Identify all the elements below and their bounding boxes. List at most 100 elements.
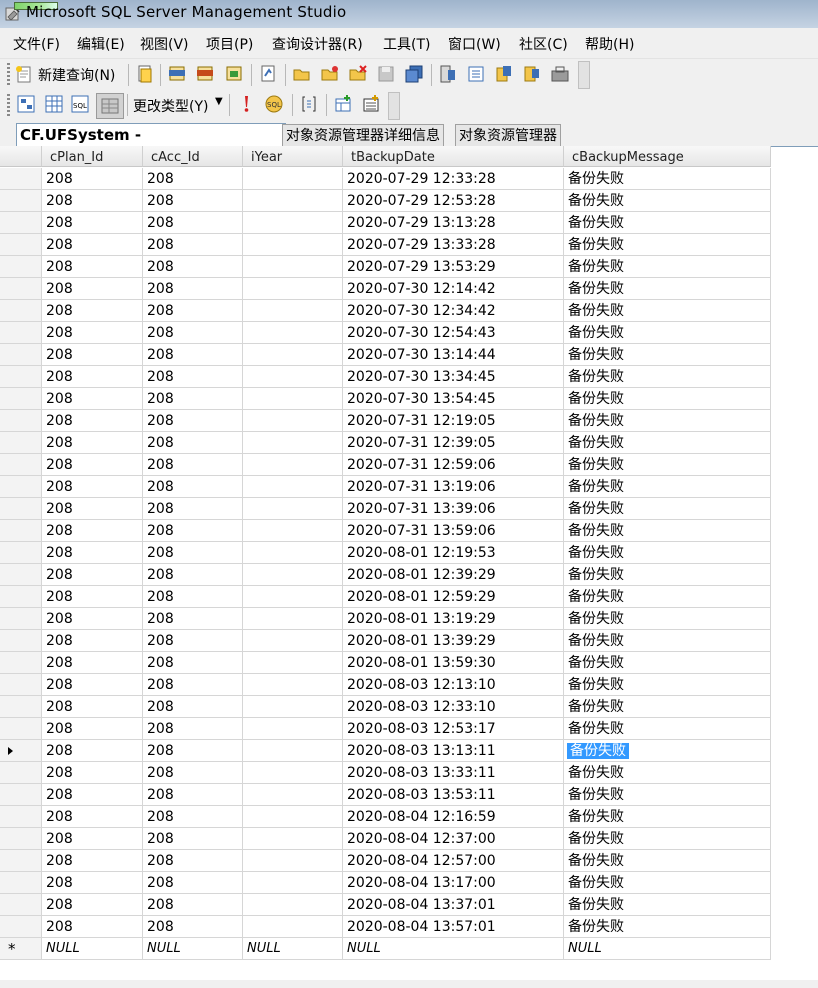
cell-cplan-id[interactable]: 208	[42, 212, 143, 234]
cell-iyear[interactable]	[243, 520, 343, 542]
cell-cbackupmessage[interactable]: 备份失败	[564, 916, 771, 938]
cell-cplan-id[interactable]: 208	[42, 300, 143, 322]
cell-iyear[interactable]	[243, 278, 343, 300]
cell-cacc-id[interactable]: 208	[143, 718, 243, 740]
cell-cplan-id[interactable]: 208	[42, 762, 143, 784]
table-row[interactable]: 208 208 2020-08-01 13:39:29 备份失败	[0, 630, 771, 652]
cell-cbackupmessage[interactable]: 备份失败	[564, 366, 771, 388]
toolbar-grip[interactable]	[7, 63, 10, 85]
cell-cplan-id[interactable]: 208	[42, 586, 143, 608]
cell-iyear[interactable]	[243, 498, 343, 520]
row-header[interactable]	[0, 916, 42, 938]
cell-iyear[interactable]	[243, 366, 343, 388]
cell-cbackupmessage[interactable]: 备份失败	[564, 432, 771, 454]
cell-tbackupdate[interactable]: 2020-08-04 12:57:00	[343, 850, 564, 872]
table-row[interactable]: 208 208 2020-07-29 13:53:29 备份失败	[0, 256, 771, 278]
cell-cacc-id[interactable]: 208	[143, 850, 243, 872]
row-header[interactable]	[0, 168, 42, 190]
menu-window[interactable]: 窗口(W)	[448, 34, 501, 54]
template-explorer-icon[interactable]	[494, 64, 514, 84]
registered-servers-icon[interactable]	[438, 64, 458, 84]
cell-cplan-id[interactable]: 208	[42, 278, 143, 300]
cell-cplan-id[interactable]: 208	[42, 322, 143, 344]
cell-cacc-id[interactable]: 208	[143, 806, 243, 828]
table-row[interactable]: 208 208 2020-08-04 12:57:00 备份失败	[0, 850, 771, 872]
row-header[interactable]	[0, 432, 42, 454]
cell-cacc-id[interactable]: 208	[143, 344, 243, 366]
cell-cacc-id[interactable]: 208	[143, 388, 243, 410]
cell-cacc-id[interactable]: 208	[143, 630, 243, 652]
row-header[interactable]	[0, 872, 42, 894]
xmla-query-icon[interactable]	[224, 64, 244, 84]
cell-tbackupdate[interactable]: 2020-07-29 13:13:28	[343, 212, 564, 234]
open-project-icon[interactable]	[320, 64, 340, 84]
cell-cacc-id[interactable]: 208	[143, 542, 243, 564]
table-row[interactable]: 208 208 2020-07-31 13:19:06 备份失败	[0, 476, 771, 498]
table-row[interactable]: 208 208 2020-08-04 13:37:01 备份失败	[0, 894, 771, 916]
cell-tbackupdate[interactable]: 2020-08-03 12:33:10	[343, 696, 564, 718]
cell-cplan-id[interactable]: 208	[42, 718, 143, 740]
cell-tbackupdate[interactable]: 2020-08-01 12:19:53	[343, 542, 564, 564]
row-header[interactable]	[0, 828, 42, 850]
cell-cacc-id[interactable]: 208	[143, 894, 243, 916]
cell-iyear[interactable]	[243, 432, 343, 454]
row-header[interactable]	[0, 586, 42, 608]
cell-tbackupdate[interactable]: 2020-07-29 12:33:28	[343, 168, 564, 190]
cell-tbackupdate[interactable]: 2020-08-04 13:57:01	[343, 916, 564, 938]
cell-cacc-id[interactable]: 208	[143, 256, 243, 278]
cell-cbackupmessage[interactable]: 备份失败	[564, 542, 771, 564]
toolbar-grip[interactable]	[7, 94, 10, 116]
table-row[interactable]: 208 208 2020-07-30 13:54:45 备份失败	[0, 388, 771, 410]
cell-iyear[interactable]	[243, 762, 343, 784]
cell-cplan-id[interactable]: 208	[42, 520, 143, 542]
cell-cbackupmessage[interactable]: 备份失败	[564, 630, 771, 652]
cell-tbackupdate[interactable]: 2020-07-30 12:14:42	[343, 278, 564, 300]
cell-iyear[interactable]	[243, 564, 343, 586]
table-row[interactable]: 208 208 2020-07-31 12:39:05 备份失败	[0, 432, 771, 454]
cell-cbackupmessage[interactable]: 备份失败	[564, 234, 771, 256]
cell-cacc-id[interactable]: 208	[143, 608, 243, 630]
table-row[interactable]: 208 208 2020-08-04 12:16:59 备份失败	[0, 806, 771, 828]
grid-corner-header[interactable]	[0, 146, 42, 167]
row-header[interactable]	[0, 894, 42, 916]
column-header-cplan-id[interactable]: cPlan_Id	[42, 146, 143, 167]
cell-cplan-id[interactable]: 208	[42, 432, 143, 454]
cell-cbackupmessage[interactable]: 备份失败	[564, 388, 771, 410]
cell-cbackupmessage[interactable]: 备份失败	[564, 300, 771, 322]
cell-tbackupdate[interactable]: 2020-07-31 13:39:06	[343, 498, 564, 520]
cell-cbackupmessage[interactable]: 备份失败	[564, 652, 771, 674]
diagram-pane-icon[interactable]	[16, 94, 36, 114]
cell-tbackupdate[interactable]: 2020-07-29 12:53:28	[343, 190, 564, 212]
add-derived-table-icon[interactable]	[361, 94, 381, 114]
cell-tbackupdate[interactable]: 2020-08-03 13:13:11	[343, 740, 564, 762]
cell-iyear[interactable]	[243, 696, 343, 718]
cell-cacc-id[interactable]: 208	[143, 366, 243, 388]
sql-pane-icon[interactable]: SQL	[70, 94, 90, 114]
cell-cacc-id[interactable]: 208	[143, 652, 243, 674]
row-header[interactable]	[0, 564, 42, 586]
cell-iyear[interactable]	[243, 586, 343, 608]
column-header-cbackupmessage[interactable]: cBackupMessage	[564, 146, 771, 167]
cell-cacc-id[interactable]: 208	[143, 410, 243, 432]
tab-object-explorer[interactable]: 对象资源管理器	[455, 124, 561, 146]
cell-cacc-id-null[interactable]: NULL	[143, 938, 243, 960]
cell-tbackupdate[interactable]: 2020-07-30 13:14:44	[343, 344, 564, 366]
cell-cplan-id[interactable]: 208	[42, 542, 143, 564]
cell-tbackupdate[interactable]: 2020-07-31 13:19:06	[343, 476, 564, 498]
cell-iyear[interactable]	[243, 410, 343, 432]
cell-tbackupdate[interactable]: 2020-07-29 13:33:28	[343, 234, 564, 256]
cell-tbackupdate[interactable]: 2020-07-29 13:53:29	[343, 256, 564, 278]
table-row[interactable]: 208 208 2020-08-03 13:53:11 备份失败	[0, 784, 771, 806]
table-row[interactable]: 208 208 2020-07-29 12:33:28 备份失败	[0, 168, 771, 190]
row-header[interactable]	[0, 344, 42, 366]
cell-iyear[interactable]	[243, 542, 343, 564]
cell-cbackupmessage[interactable]: 备份失败	[564, 850, 771, 872]
menu-query-designer[interactable]: 查询设计器(R)	[272, 34, 363, 54]
cell-cacc-id[interactable]: 208	[143, 234, 243, 256]
cell-tbackupdate[interactable]: 2020-08-03 13:33:11	[343, 762, 564, 784]
sql-compact-query-icon[interactable]	[258, 64, 278, 84]
row-header[interactable]	[0, 498, 42, 520]
table-row[interactable]: 208 208 2020-07-30 13:14:44 备份失败	[0, 344, 771, 366]
row-header[interactable]	[0, 388, 42, 410]
cell-cacc-id[interactable]: 208	[143, 300, 243, 322]
